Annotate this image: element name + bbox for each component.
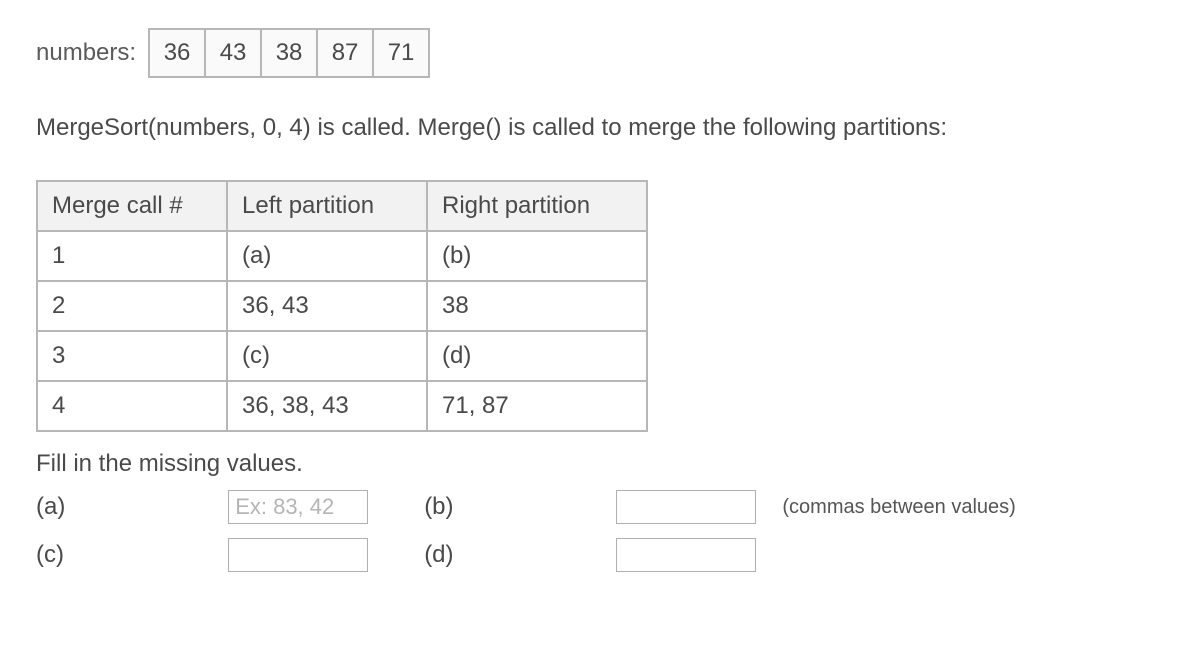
numbers-cell: 36 xyxy=(149,29,205,77)
answer-label-a: (a) xyxy=(36,493,220,521)
table-header-row: Merge call # Left partition Right partit… xyxy=(37,181,647,231)
numbers-cell: 87 xyxy=(317,29,373,77)
cell-call: 2 xyxy=(37,281,227,331)
cell-left: (c) xyxy=(227,331,427,381)
header-left-partition: Left partition xyxy=(227,181,427,231)
table-row: 1 (a) (b) xyxy=(37,231,647,281)
header-merge-call: Merge call # xyxy=(37,181,227,231)
table-row: 2 36, 43 38 xyxy=(37,281,647,331)
numbers-row: numbers: 36 43 38 87 71 xyxy=(36,28,1164,78)
answer-grid: (a) (b) (commas between values) (c) (d) xyxy=(36,490,1164,572)
table-row: 3 (c) (d) xyxy=(37,331,647,381)
answer-label-c: (c) xyxy=(36,541,220,569)
merge-table: Merge call # Left partition Right partit… xyxy=(36,180,648,432)
answer-input-b[interactable] xyxy=(616,490,756,524)
numbers-cell: 38 xyxy=(261,29,317,77)
numbers-table: 36 43 38 87 71 xyxy=(148,28,430,78)
cell-right: 71, 87 xyxy=(427,381,647,431)
cell-left: 36, 43 xyxy=(227,281,427,331)
description-paragraph: MergeSort(numbers, 0, 4) is called. Merg… xyxy=(36,112,1164,144)
table-row: 4 36, 38, 43 71, 87 xyxy=(37,381,647,431)
answer-input-c[interactable] xyxy=(228,538,368,572)
answer-input-d[interactable] xyxy=(616,538,756,572)
answer-label-d: (d) xyxy=(424,541,608,569)
cell-call: 4 xyxy=(37,381,227,431)
numbers-label: numbers: xyxy=(36,39,136,67)
numbers-cell: 71 xyxy=(373,29,429,77)
cell-left: 36, 38, 43 xyxy=(227,381,427,431)
answer-input-a[interactable] xyxy=(228,490,368,524)
fill-prompt: Fill in the missing values. xyxy=(36,450,1164,478)
cell-right: (b) xyxy=(427,231,647,281)
answer-label-b: (b) xyxy=(424,493,608,521)
header-right-partition: Right partition xyxy=(427,181,647,231)
cell-call: 1 xyxy=(37,231,227,281)
cell-right: 38 xyxy=(427,281,647,331)
answer-hint: (commas between values) xyxy=(774,496,1164,519)
cell-right: (d) xyxy=(427,331,647,381)
numbers-cell: 43 xyxy=(205,29,261,77)
cell-left: (a) xyxy=(227,231,427,281)
cell-call: 3 xyxy=(37,331,227,381)
